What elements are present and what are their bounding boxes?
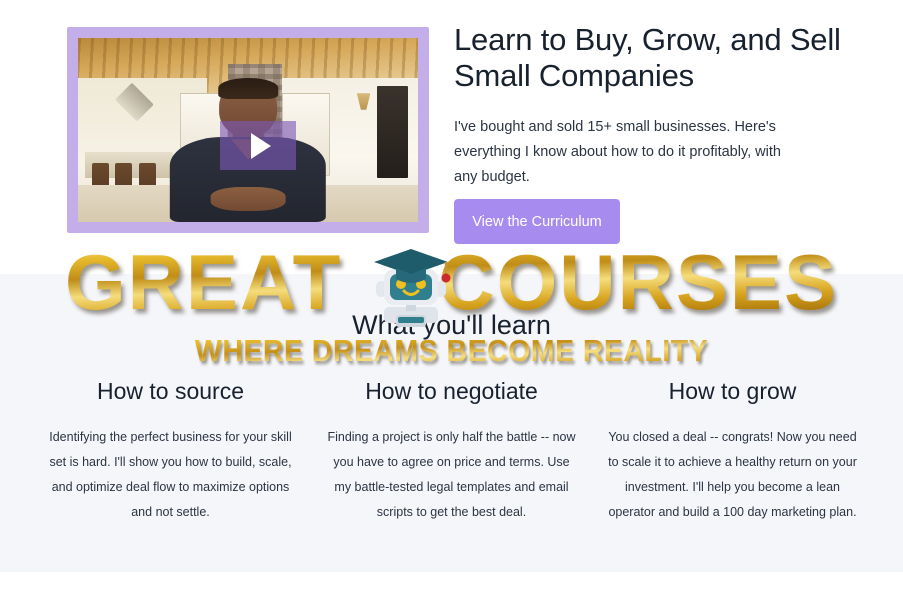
feature-column-negotiate: How to negotiate Finding a project is on… [325,378,578,525]
play-icon [250,132,271,159]
what-you-will-learn-section: What you'll learn How to source Identify… [0,274,903,572]
feature-column-grow: How to grow You closed a deal -- congrat… [606,378,859,525]
column-heading: How to source [96,378,244,404]
column-body: Identifying the perfect business for you… [49,430,292,519]
hero-subtitle: I've bought and sold 15+ small businesse… [454,119,781,185]
play-button[interactable] [220,121,296,170]
view-curriculum-button[interactable]: View the Curriculum [454,199,620,244]
column-heading: How to grow [668,378,797,404]
feature-column-source: How to source Identifying the perfect bu… [44,378,297,525]
section-heading: What you'll learn [352,310,551,340]
video-thumbnail[interactable] [78,38,418,222]
column-heading: How to negotiate [365,378,538,404]
feature-columns: How to source Identifying the perfect bu… [44,378,859,525]
hero-section: Learn to Buy, Grow, and Sell Small Compa… [0,0,903,274]
column-body: You closed a deal -- congrats! Now you n… [608,430,857,519]
promo-video[interactable] [67,27,429,233]
hero-copy: Learn to Buy, Grow, and Sell Small Compa… [454,22,854,244]
page-title: Learn to Buy, Grow, and Sell Small Compa… [454,22,841,93]
column-body: Finding a project is only half the battl… [327,430,576,519]
